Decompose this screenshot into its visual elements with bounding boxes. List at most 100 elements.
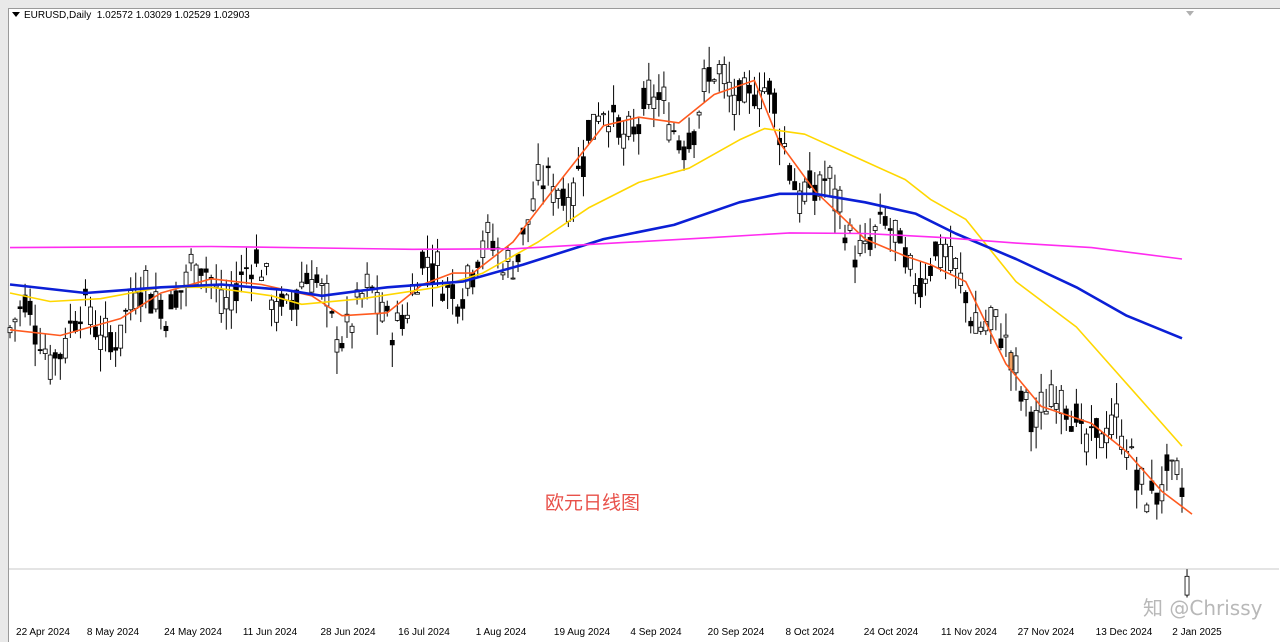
candle-body: [832, 188, 838, 212]
candle-body: [304, 272, 310, 284]
candle-body: [701, 68, 707, 92]
candle-body: [349, 325, 355, 333]
candle-body: [158, 299, 164, 319]
price-chart[interactable]: 22 Apr 2024 8 May 2024 24 May 2024 11 Jun 2…: [0, 0, 1280, 642]
chart-annotation: 欧元日线图: [545, 492, 641, 514]
symbol-header[interactable]: EURUSD,Daily 1.02572 1.03029 1.02529 1.0…: [12, 10, 250, 21]
x-tick-label: 2 Jan 2025: [1172, 627, 1222, 638]
candle-body: [822, 178, 828, 181]
candle-body: [254, 249, 259, 264]
candle-body: [993, 309, 999, 317]
candle-body: [133, 292, 139, 309]
candle-body: [274, 301, 279, 323]
candle-body: [913, 285, 918, 294]
candle-body: [415, 292, 420, 295]
candle-body: [1018, 390, 1024, 402]
watermark: 知 @Chrissy: [1143, 596, 1263, 620]
candle-body: [1003, 334, 1009, 338]
candle-body: [37, 349, 43, 351]
candle-body: [404, 314, 410, 319]
candle-body: [299, 281, 305, 288]
candle-body: [475, 261, 481, 269]
candle-body: [681, 146, 687, 161]
candle-body: [500, 272, 506, 276]
candle-body: [741, 77, 747, 103]
candle-body: [691, 131, 697, 146]
moving-averages: [9, 79, 1193, 515]
candle-body: [1038, 391, 1044, 413]
candle-body: [1179, 487, 1185, 497]
candle-body: [857, 239, 863, 254]
candle-body: [259, 276, 264, 281]
candle-body: [118, 324, 124, 349]
candle-body: [641, 87, 647, 110]
candle-body: [510, 277, 516, 280]
candle-body: [238, 271, 244, 275]
candle-body: [339, 343, 345, 349]
candle-body: [696, 111, 702, 116]
x-tick-label: 8 May 2024: [87, 627, 140, 638]
candle-body: [606, 126, 611, 133]
x-tick-label: 24 Oct 2024: [864, 627, 919, 638]
candle-body: [440, 293, 445, 301]
candle-body: [178, 290, 184, 293]
candle-body: [596, 115, 601, 122]
candle-body: [379, 301, 385, 322]
candle-body: [279, 293, 285, 307]
candle-body: [565, 197, 571, 222]
candle-body: [867, 236, 873, 250]
candle-body: [666, 124, 672, 141]
candle-body: [842, 237, 848, 244]
candle-body: [168, 294, 174, 310]
candle-body: [203, 268, 209, 273]
x-tick-label: 24 May 2024: [164, 627, 222, 638]
x-axis: 22 Apr 2024 8 May 2024 24 May 2024 11 Jun 2…: [16, 627, 1222, 638]
candle-body: [963, 292, 969, 304]
candle-body: [314, 274, 320, 283]
x-tick-label: 20 Sep 2024: [708, 627, 765, 638]
candle-body: [762, 87, 767, 93]
candle-body: [22, 294, 28, 313]
candle-body: [1058, 389, 1064, 415]
candle-body: [425, 256, 430, 268]
candle-body: [530, 198, 536, 211]
candle-body: [334, 339, 340, 353]
candle-body: [1174, 460, 1180, 475]
candle-body: [671, 130, 677, 133]
chevron-down-icon[interactable]: [12, 12, 20, 17]
candle-body: [62, 337, 68, 359]
candle-body: [394, 312, 400, 321]
candle-body: [862, 240, 868, 245]
candle-body: [1089, 426, 1094, 429]
candle-body: [420, 251, 425, 269]
candle-body: [923, 278, 928, 284]
candle-body: [67, 320, 73, 324]
candle-body: [78, 321, 83, 325]
x-tick-label: 16 Jul 2024: [398, 627, 450, 638]
candle-body: [1013, 355, 1019, 374]
candle-body: [787, 165, 793, 181]
candle-body: [872, 226, 878, 231]
candle-body: [938, 243, 943, 268]
candle-body: [153, 291, 159, 310]
candle-body: [928, 265, 933, 276]
candle-body: [731, 94, 737, 115]
candle-body: [364, 273, 370, 288]
candle-body: [52, 352, 58, 359]
candle-body: [651, 96, 657, 109]
candle-body: [1164, 454, 1170, 471]
candle-body: [143, 270, 149, 290]
candle-body: [1114, 403, 1119, 418]
candle-body: [319, 283, 325, 286]
candle-body: [782, 143, 788, 147]
candle-body: [450, 284, 456, 299]
chevron-down-icon[interactable]: [1186, 11, 1194, 16]
candle-body: [817, 174, 823, 197]
candle-body: [485, 221, 491, 233]
candle-body: [309, 279, 315, 293]
candle-body: [1154, 492, 1160, 505]
candle-body: [32, 325, 38, 345]
candle-body: [1134, 469, 1140, 491]
candle-body: [716, 64, 722, 75]
x-tick-label: 11 Nov 2024: [941, 627, 997, 638]
